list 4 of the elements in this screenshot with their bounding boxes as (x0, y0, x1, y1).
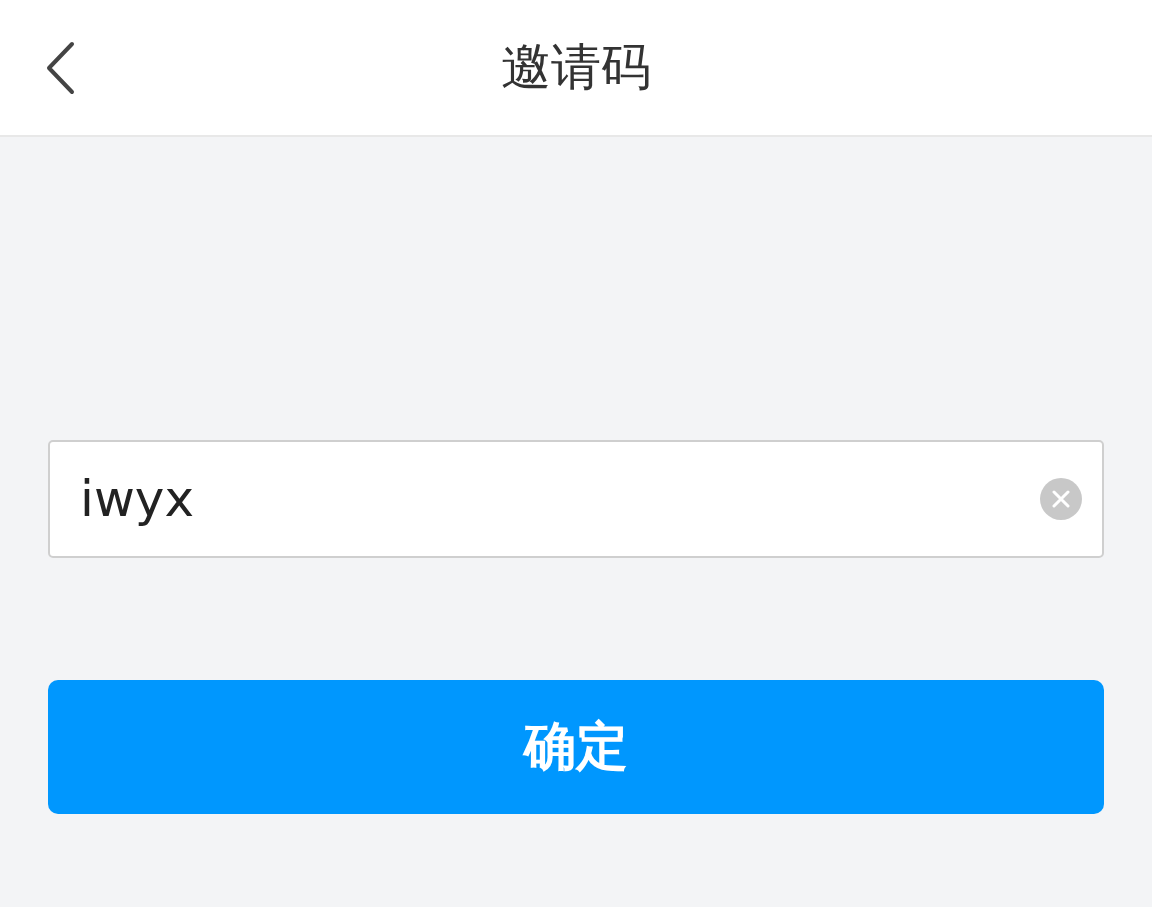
back-icon (44, 40, 76, 95)
close-icon (1052, 490, 1070, 508)
page-title: 邀请码 (500, 37, 652, 98)
invite-code-field[interactable]: iwyx (48, 440, 1104, 558)
